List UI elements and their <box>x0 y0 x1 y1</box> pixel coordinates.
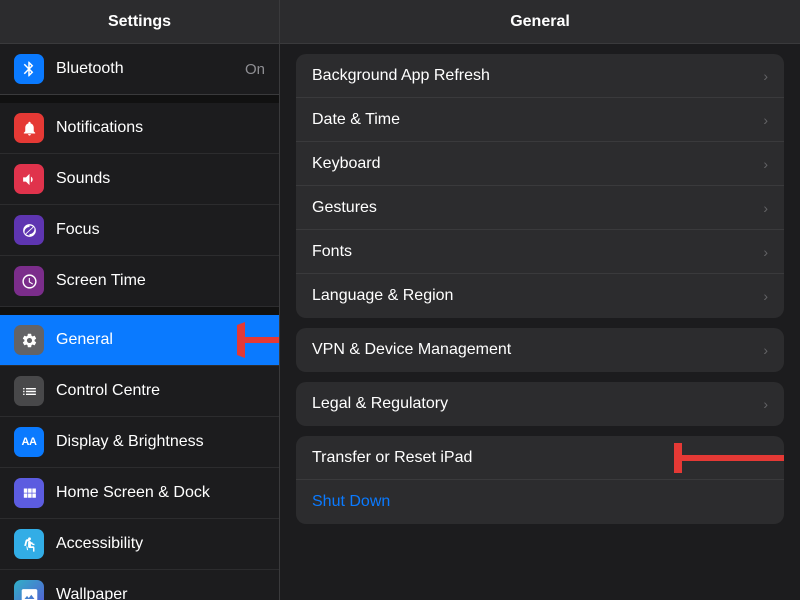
screen-time-icon <box>14 266 44 296</box>
content-panel: Background App Refresh › Date & Time › K… <box>280 44 800 600</box>
vpn-chevron: › <box>763 342 768 358</box>
home-screen-icon <box>14 478 44 508</box>
sidebar-item-focus[interactable]: Focus <box>0 205 279 256</box>
sidebar-item-screen-time[interactable]: Screen Time <box>0 256 279 307</box>
general-icon <box>14 325 44 355</box>
sounds-label: Sounds <box>56 170 265 188</box>
sidebar-item-bluetooth[interactable]: Bluetooth On <box>0 44 279 95</box>
legal-label: Legal & Regulatory <box>312 395 763 413</box>
content-row-fonts[interactable]: Fonts › <box>296 230 784 274</box>
sidebar-item-display-brightness[interactable]: AA Display & Brightness <box>0 417 279 468</box>
focus-label: Focus <box>56 221 265 239</box>
notifications-icon <box>14 113 44 143</box>
content-row-transfer-reset[interactable]: Transfer or Reset iPad <box>296 436 784 480</box>
fonts-label: Fonts <box>312 243 763 261</box>
keyboard-label: Keyboard <box>312 155 763 173</box>
content-row-vpn[interactable]: VPN & Device Management › <box>296 328 784 372</box>
content-section-3: Legal & Regulatory › <box>296 382 784 426</box>
main-layout: Bluetooth On Notifications <box>0 44 800 600</box>
background-app-refresh-label: Background App Refresh <box>312 67 763 85</box>
sidebar-group-2: General <box>0 315 279 600</box>
sidebar-item-sounds[interactable]: Sounds <box>0 154 279 205</box>
separator-2 <box>0 307 279 315</box>
content-section-1: Background App Refresh › Date & Time › K… <box>296 54 784 318</box>
content-section-4: Transfer or Reset iPad Shut Down <box>296 436 784 524</box>
language-region-label: Language & Region <box>312 287 763 305</box>
sidebar-item-home-screen[interactable]: Home Screen & Dock <box>0 468 279 519</box>
general-title-text: General <box>510 13 570 31</box>
sidebar-item-general[interactable]: General <box>0 315 279 366</box>
bluetooth-icon <box>14 54 44 84</box>
display-brightness-icon: AA <box>14 427 44 457</box>
display-brightness-label: Display & Brightness <box>56 433 265 451</box>
fonts-chevron: › <box>763 244 768 260</box>
content-row-language-region[interactable]: Language & Region › <box>296 274 784 318</box>
separator-1 <box>0 95 279 103</box>
gestures-label: Gestures <box>312 199 763 217</box>
wallpaper-icon <box>14 580 44 600</box>
header-general-title: General <box>280 0 800 43</box>
content-row-keyboard[interactable]: Keyboard › <box>296 142 784 186</box>
content-section-2: VPN & Device Management › <box>296 328 784 372</box>
date-time-label: Date & Time <box>312 111 763 129</box>
shutdown-label[interactable]: Shut Down <box>312 493 390 511</box>
language-region-chevron: › <box>763 288 768 304</box>
control-centre-icon <box>14 376 44 406</box>
sidebar-item-wallpaper[interactable]: Wallpaper <box>0 570 279 600</box>
vpn-label: VPN & Device Management <box>312 341 763 359</box>
sidebar-item-control-centre[interactable]: Control Centre <box>0 366 279 417</box>
content-row-date-time[interactable]: Date & Time › <box>296 98 784 142</box>
sounds-icon <box>14 164 44 194</box>
bluetooth-label: Bluetooth <box>56 60 245 78</box>
background-app-refresh-chevron: › <box>763 68 768 84</box>
screen-time-label: Screen Time <box>56 272 265 290</box>
legal-chevron: › <box>763 396 768 412</box>
content-row-gestures[interactable]: Gestures › <box>296 186 784 230</box>
header-settings-title: Settings <box>0 0 280 43</box>
settings-title-text: Settings <box>108 13 171 31</box>
sidebar-item-accessibility[interactable]: Accessibility <box>0 519 279 570</box>
wallpaper-label: Wallpaper <box>56 586 265 600</box>
notifications-label: Notifications <box>56 119 265 137</box>
home-screen-label: Home Screen & Dock <box>56 484 265 502</box>
general-label: General <box>56 331 265 349</box>
app-header: Settings General <box>0 0 800 44</box>
sidebar-item-notifications[interactable]: Notifications <box>0 103 279 154</box>
content-row-shutdown[interactable]: Shut Down <box>296 480 784 524</box>
bluetooth-value: On <box>245 61 265 78</box>
accessibility-icon <box>14 529 44 559</box>
sidebar-group-1: Notifications Sounds Focus <box>0 103 279 307</box>
keyboard-chevron: › <box>763 156 768 172</box>
transfer-reset-label: Transfer or Reset iPad <box>312 449 768 467</box>
accessibility-label: Accessibility <box>56 535 265 553</box>
content-row-background-app-refresh[interactable]: Background App Refresh › <box>296 54 784 98</box>
control-centre-label: Control Centre <box>56 382 265 400</box>
date-time-chevron: › <box>763 112 768 128</box>
focus-icon <box>14 215 44 245</box>
sidebar: Bluetooth On Notifications <box>0 44 280 600</box>
gestures-chevron: › <box>763 200 768 216</box>
content-row-legal[interactable]: Legal & Regulatory › <box>296 382 784 426</box>
